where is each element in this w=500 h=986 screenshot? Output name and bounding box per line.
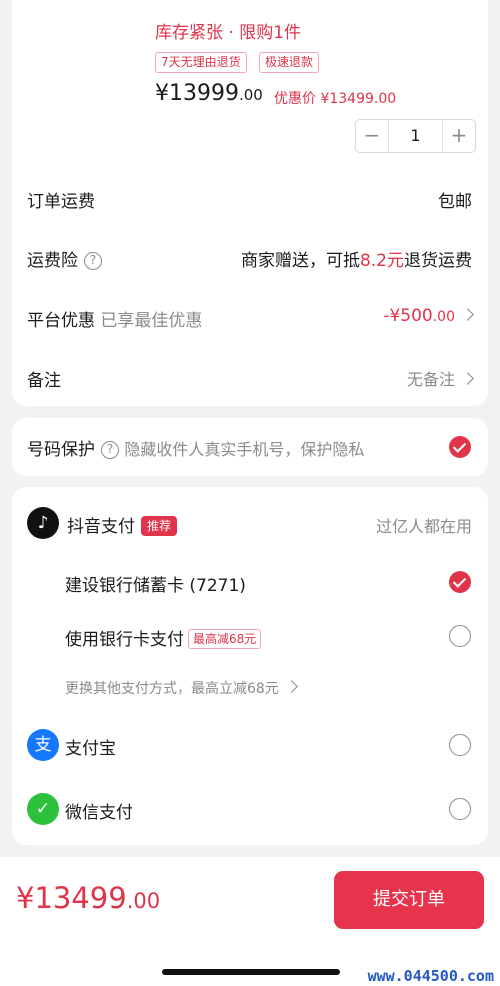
douyin-pay-label: 抖音支付 推荐: [67, 512, 178, 537]
checkout-bar: ¥13499.00 提交订单 www.044500.com: [0, 857, 500, 986]
chevron-right-icon: [284, 680, 298, 693]
privacy-check-icon[interactable]: [449, 436, 471, 458]
insurance-row-label: 运费险?: [27, 246, 102, 271]
ccb-selected-check-icon[interactable]: [449, 571, 471, 593]
watermark: www.044500.com: [367, 967, 494, 985]
remark-value[interactable]: 无备注: [407, 366, 474, 390]
remark-label: 备注: [27, 371, 61, 391]
ccb-card-option[interactable]: 建设银行储蓄卡 (7271): [65, 571, 246, 596]
shipping-value: 包邮: [438, 192, 472, 212]
alipay-option[interactable]: 支付宝: [65, 734, 116, 759]
original-price: ¥13999.00: [155, 81, 263, 106]
submit-order-button[interactable]: 提交订单: [334, 871, 484, 929]
bankcard-radio[interactable]: [449, 625, 471, 647]
return-policy-tag: 7天无理由退货: [155, 52, 247, 73]
help-icon[interactable]: ?: [101, 441, 119, 459]
wechat-pay-logo-icon: ✓: [27, 793, 59, 825]
wechat-pay-option[interactable]: 微信支付: [65, 798, 133, 823]
alipay-radio[interactable]: [449, 734, 471, 756]
home-indicator: [162, 969, 340, 975]
insurance-value: 商家赠送，可抵8.2元退货运费: [240, 251, 472, 271]
fast-refund-tag: 极速退款: [259, 52, 320, 73]
platform-discount-value[interactable]: -¥500.00: [383, 306, 474, 326]
chevron-right-icon: [461, 308, 474, 321]
total-price: ¥13499.00: [16, 881, 161, 915]
recommend-badge: 推荐: [141, 516, 178, 536]
wechat-radio[interactable]: [449, 798, 471, 820]
bankcard-option[interactable]: 使用银行卡支付 最高减68元: [65, 625, 262, 650]
platform-discount-label: 平台优惠 已享最佳优惠: [27, 311, 203, 331]
increase-button[interactable]: +: [443, 120, 475, 152]
help-icon[interactable]: ?: [84, 252, 102, 270]
bankcard-discount-badge: 最高减68元: [188, 629, 262, 649]
alipay-logo-icon: 支: [27, 729, 59, 761]
douyin-logo-icon: ♪: [27, 507, 59, 539]
decrease-button[interactable]: −: [356, 120, 388, 152]
shipping-label: 订单运费: [27, 192, 95, 212]
quantity-value[interactable]: 1: [388, 120, 443, 152]
chevron-right-icon: [461, 372, 474, 385]
stock-notice: 库存紧张 · 限购1件: [155, 23, 302, 43]
quantity-stepper[interactable]: − 1 +: [355, 119, 476, 153]
privacy-label: 号码保护? 隐藏收件人真实手机号，保护隐私: [27, 440, 365, 460]
promo-price: 优惠价 ¥13499.00: [274, 91, 397, 107]
other-methods-link[interactable]: 更换其他支付方式，最高立减68元: [65, 678, 298, 698]
payment-card: ♪ 抖音支付 推荐 过亿人都在用 建设银行储蓄卡 (7271) 使用银行卡支付 最高…: [12, 487, 488, 845]
privacy-card: 号码保护? 隐藏收件人真实手机号，保护隐私: [12, 418, 488, 476]
douyin-slogan: 过亿人都在用: [375, 517, 472, 536]
order-card: 库存紧张 · 限购1件 7天无理由退货 极速退款 ¥13999.00 优惠价 ¥…: [12, 0, 488, 406]
